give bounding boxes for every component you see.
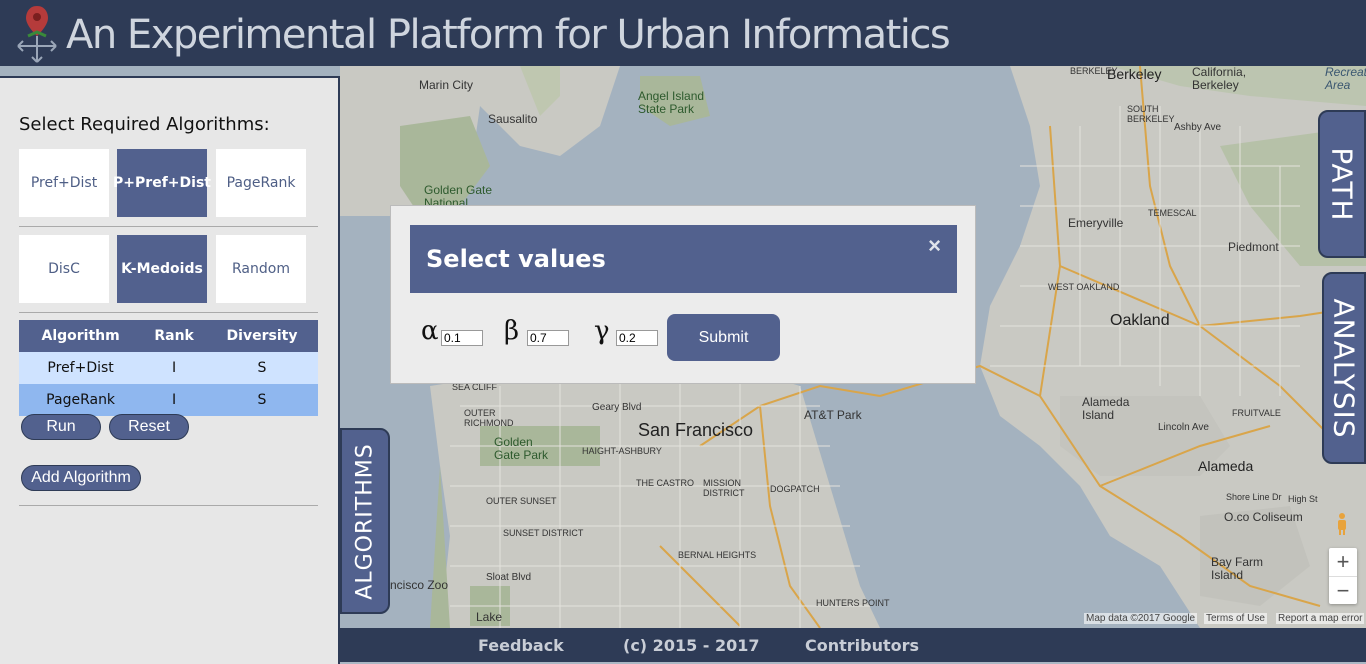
dialog-header: Select values ×	[410, 225, 957, 293]
cell-algorithm: PageRank	[19, 384, 143, 416]
map-label-san-francisco: San Francisco	[638, 420, 754, 440]
tab-path-label: PATH	[1325, 146, 1359, 222]
gamma-label: γ	[594, 316, 610, 346]
map-label-att-park: AT&T Park	[804, 408, 862, 422]
map-label-dogpatch: DOGPATCH	[770, 484, 820, 494]
map-label-bay-farm: Bay Farm Island	[1211, 555, 1264, 582]
map-label-sunset: SUNSET DISTRICT	[503, 528, 584, 538]
map-label-coliseum: O.co Coliseum	[1224, 510, 1303, 524]
app-title: An Experimental Platform for Urban Infor…	[66, 12, 951, 58]
algorithms-panel: Select Required Algorithms: Pref+Dist P+…	[0, 76, 340, 664]
algo-disc-button[interactable]: DisC	[19, 235, 109, 303]
map-label-hunters-point: HUNTERS POINT	[816, 598, 890, 608]
map-label-piedmont: Piedmont	[1228, 240, 1279, 254]
alpha-input[interactable]	[441, 330, 483, 346]
col-header-rank: Rank	[142, 320, 206, 352]
cell-algorithm: Pref+Dist	[19, 352, 143, 384]
algo-k-medoids-button[interactable]: K-Medoids	[117, 235, 207, 303]
tab-path[interactable]: PATH	[1318, 110, 1366, 258]
alpha-label: α	[421, 316, 439, 346]
map-label-temescal: TEMESCAL	[1148, 208, 1197, 218]
map-label-alameda: Alameda	[1198, 458, 1254, 474]
map-label-ashby: Ashby Ave	[1174, 122, 1222, 133]
app-header: An Experimental Platform for Urban Infor…	[0, 0, 1366, 66]
copyright-text: (c) 2015 - 2017	[623, 636, 760, 655]
zoom-out-button[interactable]: −	[1329, 577, 1357, 605]
map-label-fruitvale: FRUITVALE	[1232, 408, 1281, 418]
map-label-zoo: ncisco Zoo	[390, 578, 449, 592]
map-label-sloat: Sloat Blvd	[486, 572, 532, 583]
zoom-in-button[interactable]: +	[1329, 548, 1357, 577]
add-algorithm-button[interactable]: Add Algorithm	[21, 465, 141, 491]
cell-rank: I	[142, 384, 206, 416]
beta-label: β	[504, 316, 520, 346]
map-terms-link[interactable]: Terms of Use	[1204, 613, 1267, 624]
map-label-alameda-island: Alameda Island	[1082, 395, 1130, 422]
algo-pagerank-button[interactable]: PageRank	[216, 149, 306, 217]
tab-analysis[interactable]: ANALYSIS	[1322, 272, 1366, 464]
map-data-attribution: Map data ©2017 Google	[1084, 613, 1198, 624]
map-label-bernal: BERNAL HEIGHTS	[678, 550, 757, 560]
reset-button[interactable]: Reset	[109, 414, 189, 440]
map-label-west-oakland: WEST OAKLAND	[1048, 282, 1120, 292]
map-label-outer-richmond: OUTER RICHMOND	[464, 408, 514, 428]
map-label-recreation: Recreation Area	[1325, 66, 1366, 92]
map-label-outer-sunset: OUTER SUNSET	[486, 496, 557, 506]
map-label-lake: Lake	[476, 610, 503, 624]
algorithm-table: Algorithm Rank Diversity Pref+Dist I S P…	[19, 320, 318, 416]
tab-analysis-label: ANALYSIS	[1327, 297, 1361, 439]
run-button[interactable]: Run	[21, 414, 101, 440]
map-label-emeryville: Emeryville	[1068, 216, 1124, 230]
street-view-pegman-icon[interactable]	[1335, 512, 1349, 536]
map-label-oakland: Oakland	[1110, 312, 1170, 329]
table-row[interactable]: PageRank I S	[19, 384, 318, 416]
map-label-lincoln-ave: Lincoln Ave	[1158, 422, 1209, 433]
beta-input[interactable]	[527, 330, 569, 346]
algo-pref-dist-button[interactable]: Pref+Dist	[19, 149, 109, 217]
map-label-shore-line: Shore Line Dr	[1226, 492, 1282, 502]
divider	[19, 226, 318, 227]
divider	[19, 505, 318, 506]
map-label-south-berkeley: SOUTH BERKELEY	[1127, 104, 1175, 124]
gamma-input[interactable]	[616, 330, 658, 346]
map-label-geary-blvd: Geary Blvd	[592, 402, 642, 413]
cell-diversity: S	[206, 384, 318, 416]
panel-heading: Select Required Algorithms:	[19, 114, 270, 135]
map-label-berkeley-small: BERKELEY	[1070, 66, 1118, 76]
col-header-diversity: Diversity	[206, 320, 318, 352]
map-label-california-berkeley: California, Berkeley	[1192, 66, 1247, 92]
col-header-algorithm: Algorithm	[19, 320, 143, 352]
map-label-golden-gate-park: Golden Gate Park	[494, 435, 549, 462]
map-report-link[interactable]: Report a map error	[1276, 613, 1365, 624]
algo-p-pref-dist-button[interactable]: P+Pref+Dist	[113, 149, 211, 217]
map-label-angel-island: Angel Island State Park	[638, 89, 705, 116]
map-label-castro: THE CASTRO	[636, 478, 695, 488]
table-row[interactable]: Pref+Dist I S	[19, 352, 318, 384]
submit-button[interactable]: Submit	[667, 314, 780, 361]
footer: Feedback (c) 2015 - 2017 Contributors	[340, 628, 1366, 662]
divider	[19, 312, 318, 313]
table-header-row: Algorithm Rank Diversity	[19, 320, 318, 352]
tab-algorithms-label: ALGORITHMS	[352, 442, 378, 600]
map-label-mission: MISSION DISTRICT	[703, 478, 745, 498]
map-label-marin-city: Marin City	[419, 78, 474, 92]
map-pin-logo-icon	[17, 6, 57, 63]
algo-random-button[interactable]: Random	[216, 235, 306, 303]
contributors-link[interactable]: Contributors	[805, 636, 919, 655]
cell-rank: I	[142, 352, 206, 384]
dialog-title: Select values	[426, 245, 606, 273]
zoom-control: + −	[1329, 548, 1357, 604]
map-label-haight: HAIGHT-ASHBURY	[582, 446, 662, 456]
select-values-dialog: Select values × α β γ Submit	[390, 205, 976, 384]
feedback-link[interactable]: Feedback	[478, 636, 564, 655]
tab-algorithms[interactable]: ALGORITHMS	[340, 428, 390, 614]
map-label-high-st: High St	[1288, 494, 1318, 504]
map-label-sausalito: Sausalito	[488, 112, 538, 126]
cell-diversity: S	[206, 352, 318, 384]
close-icon[interactable]: ×	[928, 233, 941, 259]
